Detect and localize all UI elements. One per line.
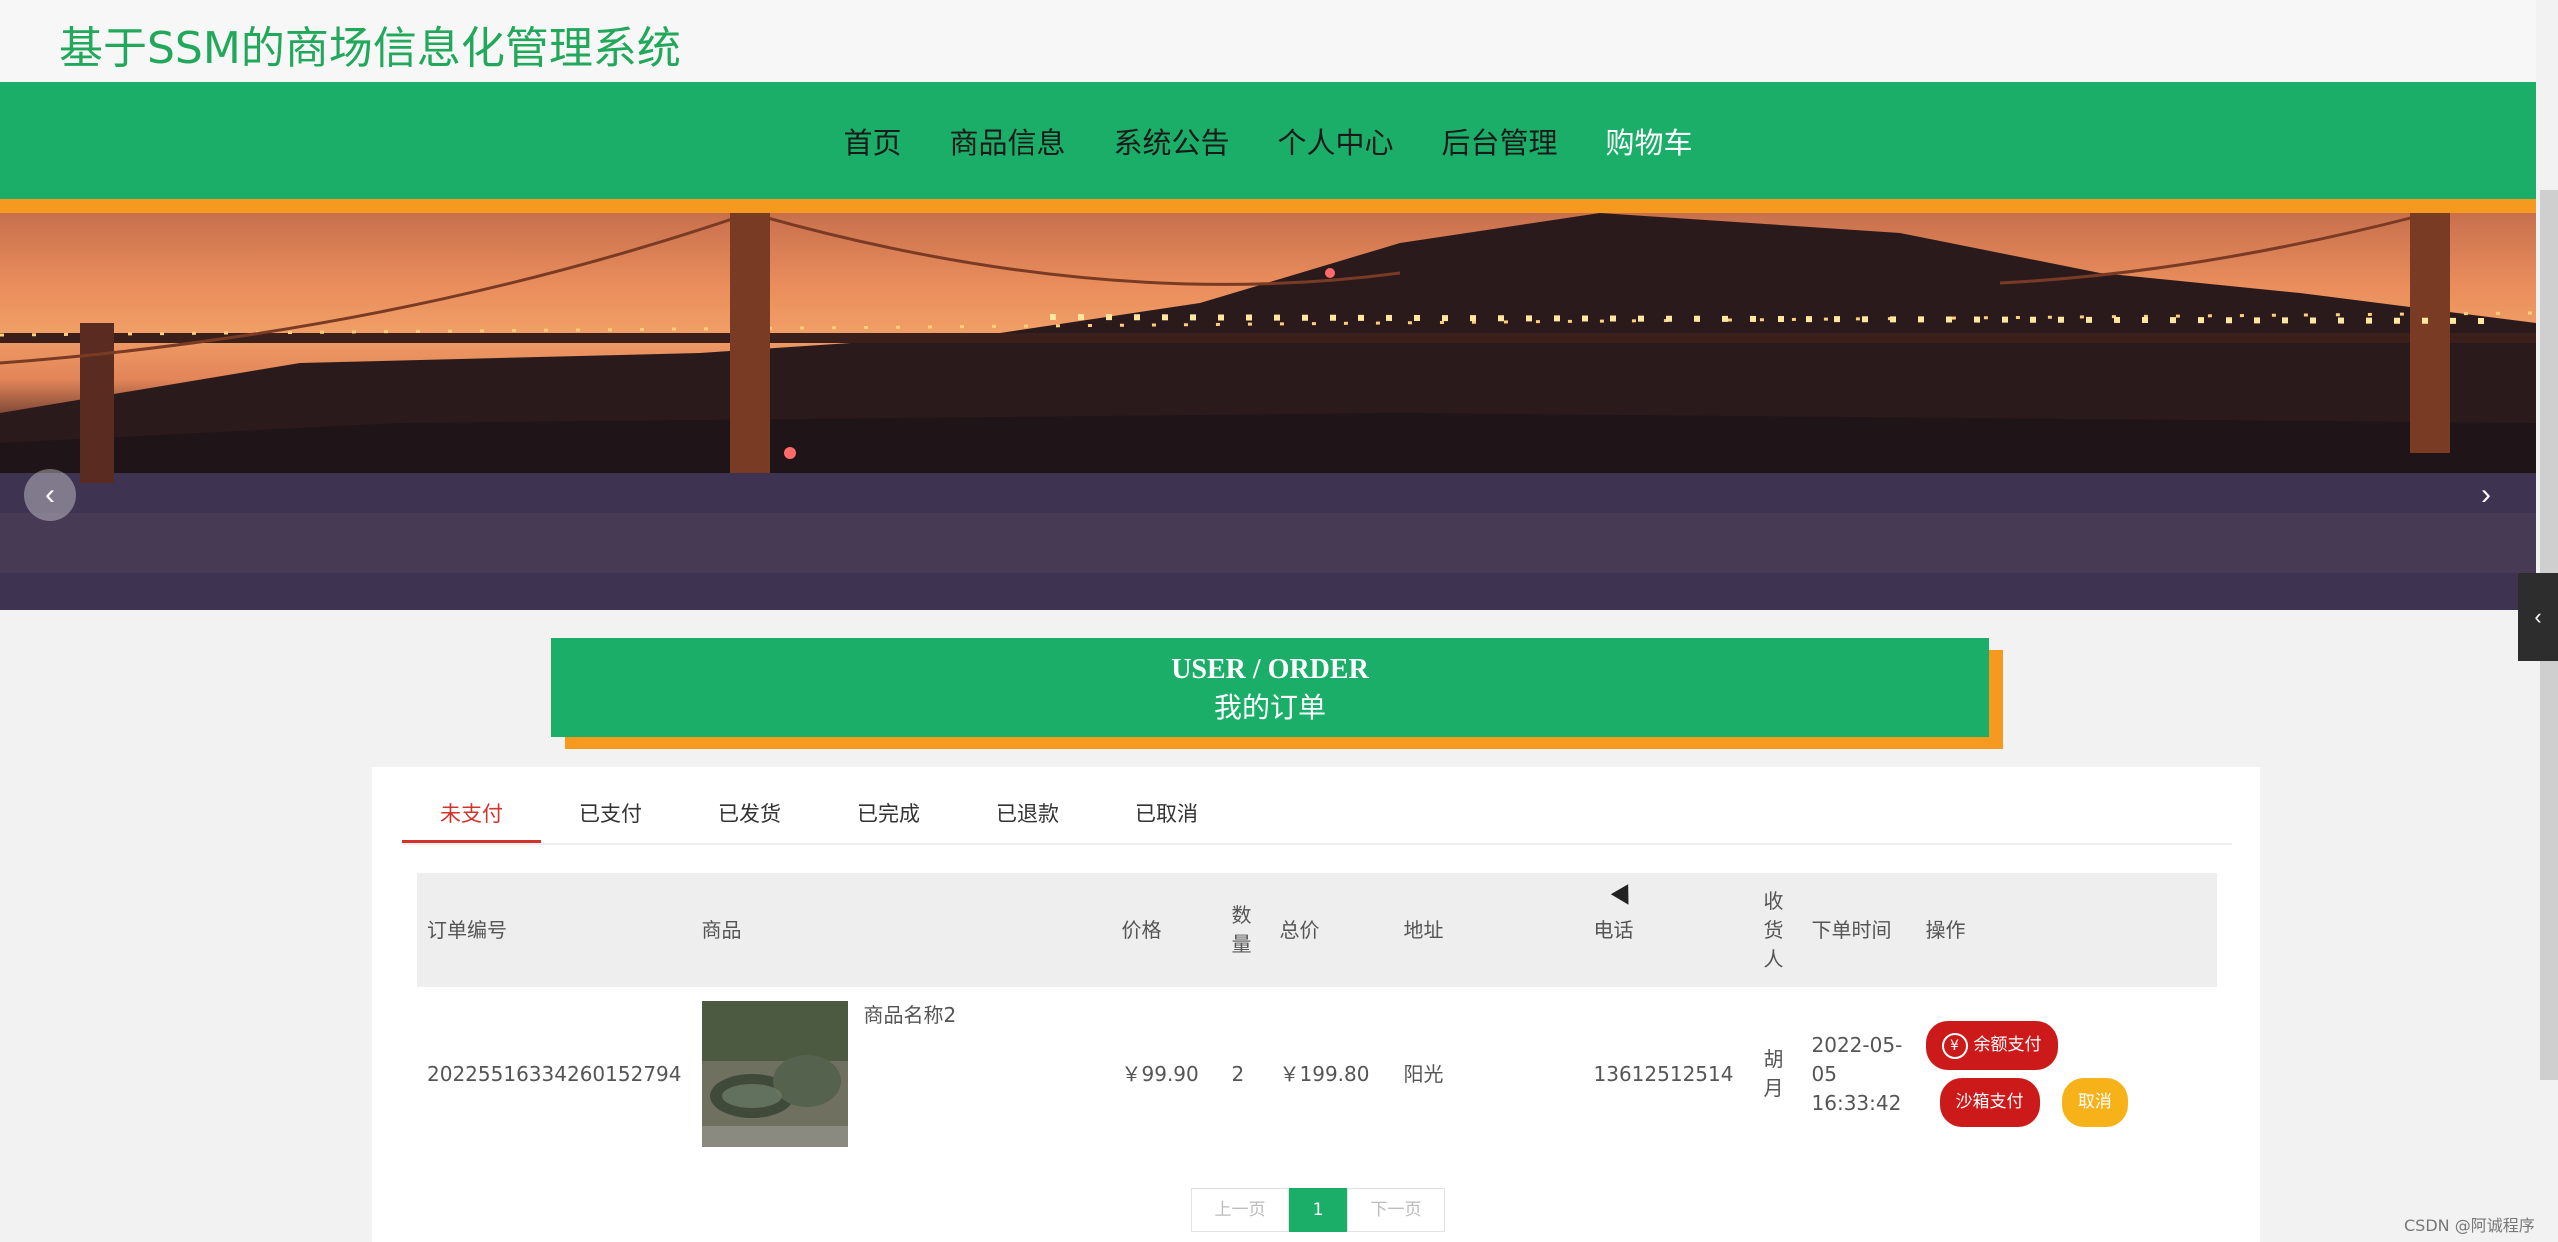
col-price: 价格	[1111, 873, 1222, 987]
side-drawer-toggle[interactable]: ‹	[2518, 573, 2558, 661]
banner-carousel: ‹ ›	[0, 213, 2536, 610]
site-title: 基于SSM的商场信息化管理系统	[59, 23, 681, 74]
tab-refunded[interactable]: 已退款	[958, 787, 1097, 843]
phone: 13612512514	[1593, 1061, 1734, 1086]
banner-next-button[interactable]: ›	[2460, 469, 2512, 521]
tab-paid[interactable]: 已支付	[541, 787, 680, 843]
tab-unpaid[interactable]: 未支付	[402, 787, 541, 843]
col-address: 地址	[1393, 873, 1584, 987]
nav-item-profile[interactable]: 个人中心	[1278, 120, 1394, 162]
col-goods: 商品	[691, 873, 1112, 987]
nav-item-admin[interactable]: 后台管理	[1442, 120, 1558, 162]
tab-completed[interactable]: 已完成	[819, 787, 958, 843]
col-total: 总价	[1269, 873, 1394, 987]
balance-pay-button[interactable]: ¥ 余额支付	[1925, 1021, 2058, 1070]
goods-name[interactable]: 商品名称2	[864, 1001, 957, 1030]
price: ￥99.90	[1121, 1061, 1199, 1086]
total-price: ￥199.80	[1279, 1061, 1370, 1086]
quantity: 2	[1231, 1061, 1245, 1086]
table-header-row: 订单编号 商品 价格 数量 总价 地址 电话 收货人 下单时间 操作	[417, 873, 2217, 987]
next-page-button[interactable]: 下一页	[1347, 1188, 1445, 1232]
yen-icon: ¥	[1941, 1033, 1968, 1059]
tab-shipped[interactable]: 已发货	[680, 787, 819, 843]
cancel-order-button[interactable]: 取消	[2061, 1078, 2128, 1127]
current-page[interactable]: 1	[1289, 1188, 1347, 1232]
goods-thumbnail[interactable]	[701, 1001, 848, 1147]
orders-table: 订单编号 商品 价格 数量 总价 地址 电话 收货人 下单时间 操作 20225…	[417, 873, 2217, 1161]
section-title: USER / ORDER 我的订单	[551, 638, 1989, 737]
banner-prev-button[interactable]: ‹	[24, 469, 76, 521]
section-title-cn: 我的订单	[1213, 691, 1326, 724]
order-time: 2022-05-05 16:33:42	[1811, 1032, 1903, 1115]
order-status-tabs: 未支付 已支付 已发货 已完成 已退款 已取消	[402, 787, 2232, 845]
tab-cancelled[interactable]: 已取消	[1097, 787, 1236, 843]
col-phone: 电话	[1583, 873, 1754, 987]
col-time: 下单时间	[1801, 873, 1916, 987]
col-qty: 数量	[1221, 873, 1270, 987]
goods-image	[701, 1001, 848, 1147]
receiver: 胡月	[1763, 1047, 1784, 1100]
watermark: CSDN @阿诚程序	[2404, 1216, 2535, 1235]
prev-page-button[interactable]: 上一页	[1191, 1188, 1289, 1232]
chevron-left-icon: ‹	[45, 478, 55, 511]
nav-divider	[0, 199, 2536, 213]
nav-item-goods[interactable]: 商品信息	[949, 120, 1065, 162]
banner-image	[0, 213, 2536, 610]
col-order-no: 订单编号	[417, 873, 692, 987]
chevron-left-icon: ‹	[2534, 604, 2542, 629]
balance-pay-label: 余额支付	[1973, 1035, 2042, 1055]
chevron-right-icon: ›	[2481, 478, 2491, 511]
nav-item-notice[interactable]: 系统公告	[1113, 120, 1229, 162]
goods-cell: 商品名称2	[692, 987, 1112, 1161]
section-title-en: USER / ORDER	[1171, 654, 1369, 685]
col-receiver: 收货人	[1753, 873, 1802, 987]
nav-item-cart[interactable]: 购物车	[1606, 120, 1693, 162]
ops-cell: ¥ 余额支付 沙箱支付 取消	[1916, 987, 2218, 1161]
site-header: 基于SSM的商场信息化管理系统	[0, 0, 2536, 82]
nav-item-home[interactable]: 首页	[843, 120, 901, 162]
main-nav: 首页 商品信息 系统公告 个人中心 后台管理 购物车	[0, 82, 2536, 199]
sandbox-pay-button[interactable]: 沙箱支付	[1939, 1078, 2040, 1127]
page: 基于SSM的商场信息化管理系统 首页 商品信息 系统公告 个人中心 后台管理 购…	[0, 0, 2558, 1242]
order-no: 20225516334260152794	[427, 1061, 682, 1086]
col-ops: 操作	[1915, 873, 2217, 987]
table-row: 20225516334260152794 商品名称2 ￥99.90 2 ￥199…	[417, 987, 2217, 1161]
pagination: 上一页 1 下一页	[1191, 1188, 1445, 1232]
orders-card: 未支付 已支付 已发货 已完成 已退款 已取消 订单编号 商品 价格 数量 总价…	[372, 767, 2260, 1242]
address: 阳光	[1403, 1061, 1444, 1086]
